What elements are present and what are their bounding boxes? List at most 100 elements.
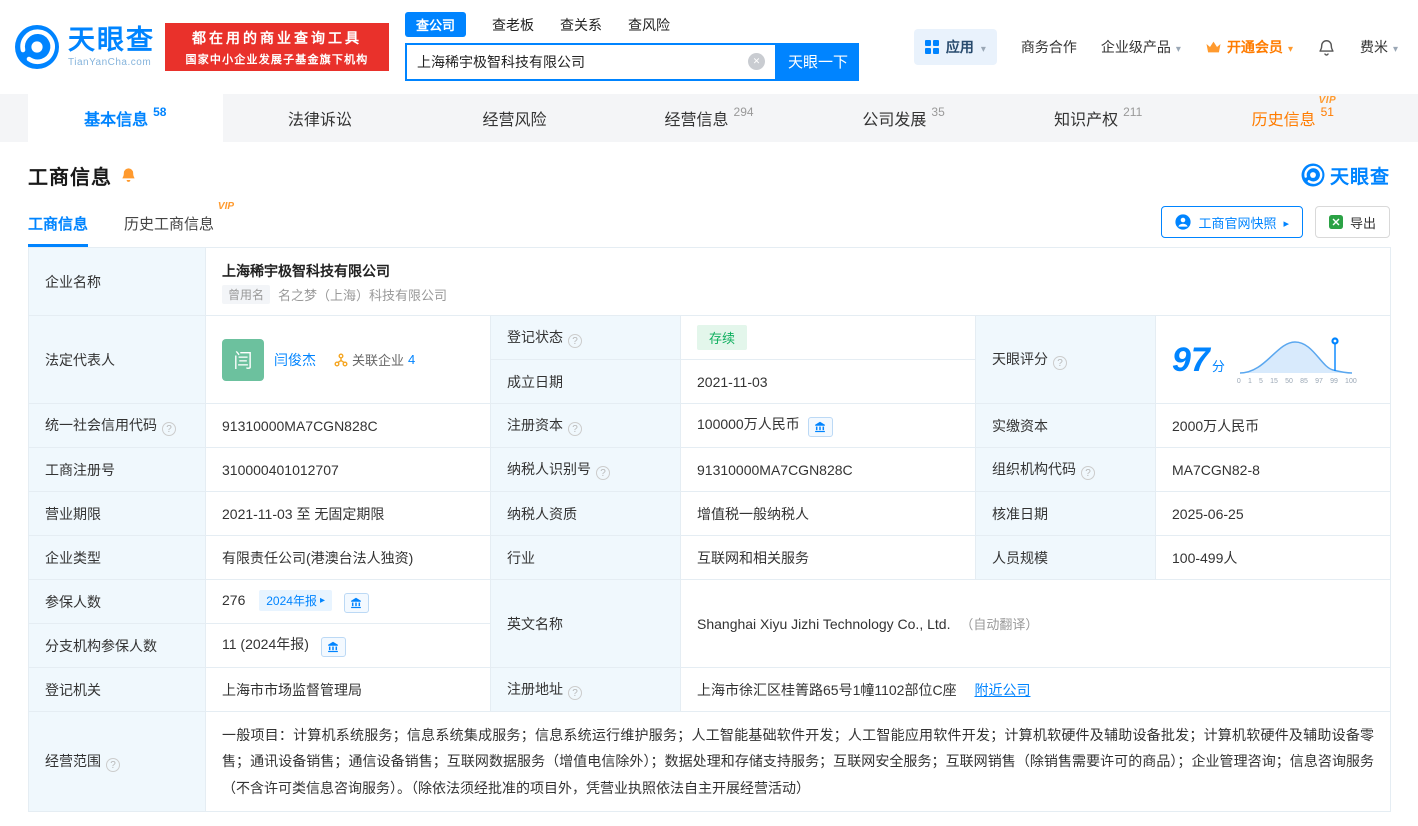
username: 费米 (1359, 39, 1388, 55)
chevron-down-icon (1288, 39, 1293, 55)
score-axis-ticks: 01 5 15 50 85 97 99 100 (1236, 377, 1357, 385)
table-row: 企业类型 有限责任公司(港澳台法人独资) 行业 互联网和相关服务 人员规模 10… (28, 535, 1392, 580)
tab-count: 58 (153, 105, 167, 119)
tab-legal-proceedings[interactable]: 法律诉讼 (223, 94, 418, 142)
table-row: 统一社会信用代码 91310000MA7CGN828C 注册资本 100000万… (28, 403, 1392, 448)
branch-insured-history-icon[interactable] (320, 637, 346, 657)
export-button[interactable]: 导出 (1314, 206, 1390, 238)
section-actions: 工商官网快照 导出 (1161, 206, 1390, 247)
table-row: 经营范围 一般项目：计算机系统服务；信息系统集成服务；信息系统运行维护服务；人工… (28, 711, 1392, 812)
value-reg-authority: 上海市市场监督管理局 (205, 667, 491, 712)
annual-report-badge[interactable]: 2024年报 (259, 590, 332, 611)
help-icon[interactable] (568, 686, 582, 701)
tab-operation-info[interactable]: 经营信息 294 (612, 94, 807, 142)
apps-menu[interactable]: 应用 (913, 29, 997, 65)
clear-search-icon[interactable] (748, 53, 765, 70)
legal-rep-link[interactable]: 闫俊杰 (274, 350, 316, 370)
section-header: 工商信息 天眼查 (28, 158, 1390, 192)
label-tyc-score: 天眼评分 (975, 315, 1156, 404)
brand-domain: TianYanCha.com (68, 56, 152, 68)
search-tab-boss[interactable]: 查老板 (492, 15, 534, 35)
help-icon[interactable] (1053, 356, 1067, 371)
value-staff-size: 100-499人 (1154, 535, 1392, 580)
search-tab-risk[interactable]: 查风险 (628, 15, 670, 35)
tab-label: 历史信息 (1251, 112, 1316, 129)
help-icon[interactable] (106, 758, 120, 773)
help-icon[interactable] (568, 422, 582, 437)
slogan-line1: 都在用的商业查询工具 (192, 29, 362, 46)
watermark-label: 天眼查 (1329, 166, 1390, 188)
related-graph-icon (334, 353, 348, 366)
former-name-badge: 曾用名 (222, 285, 271, 304)
tab-label: 公司发展 (862, 112, 927, 129)
subtab-label: 工商信息 (28, 216, 89, 233)
label-org-code: 组织机构代码 (975, 447, 1156, 492)
insured-history-icon[interactable] (343, 593, 369, 613)
capital-history-icon[interactable] (807, 417, 833, 437)
label-company-name: 企业名称 (28, 247, 206, 316)
search-input[interactable] (417, 53, 748, 70)
value-credit-code: 91310000MA7CGN828C (205, 403, 491, 448)
label-reg-number: 工商注册号 (28, 447, 206, 492)
person-icon (1175, 214, 1192, 230)
value-industry: 互联网和相关服务 (680, 535, 976, 580)
business-cooperation-link[interactable]: 商务合作 (1021, 37, 1077, 57)
label-reg-address: 注册地址 (490, 667, 681, 712)
help-icon[interactable] (162, 422, 176, 437)
label-paid-capital: 实缴资本 (975, 403, 1156, 448)
user-menu[interactable]: 费米 (1360, 37, 1398, 57)
tab-company-development[interactable]: 公司发展 35 (806, 94, 1001, 142)
related-count: 4 (408, 352, 416, 367)
value-reg-status: 存续 (680, 315, 976, 360)
label-company-type: 企业类型 (28, 535, 206, 580)
subtab-business-info[interactable]: 工商信息 (28, 207, 89, 247)
subtab-history-business-info[interactable]: 历史工商信息 VIP (124, 201, 234, 247)
value-approval-date: 2025-06-25 (1154, 491, 1392, 536)
enterprise-products-menu[interactable]: 企业级产品 (1101, 37, 1181, 57)
tab-label: 法律诉讼 (287, 112, 352, 129)
score-curve-chart[interactable]: 01 5 15 50 85 97 99 100 (1237, 335, 1357, 385)
header-nav: 应用 商务合作 企业级产品 开通会员 费米 (913, 29, 1404, 65)
main-content: 工商信息 天眼查 工商信息 历史工商信息 VIP 工商官网快照 ▸ 导出 企业名… (0, 158, 1418, 812)
tab-operation-risk[interactable]: 经营风险 (417, 94, 612, 142)
search-tab-relation[interactable]: 查关系 (560, 15, 602, 35)
tab-intellectual-property[interactable]: 知识产权 211 (1001, 94, 1196, 142)
help-icon[interactable] (568, 334, 582, 349)
help-icon[interactable] (1081, 466, 1095, 481)
nearby-companies-link[interactable]: 附近公司 (974, 682, 1030, 698)
slogan-line2: 国家中小企业发展子基金旗下机构 (185, 53, 369, 66)
value-branch-insured: 11 (2024年报) (205, 623, 491, 668)
vip-upgrade-menu[interactable]: 开通会员 (1205, 37, 1293, 57)
subtab-bar: 工商信息 历史工商信息 VIP 工商官网快照 导出 (28, 201, 1390, 247)
related-companies-link[interactable]: 关联企业 4 (334, 350, 415, 369)
tab-history-info[interactable]: 历史信息 VIP 51 (1195, 94, 1390, 142)
search-button[interactable]: 天眼一下 (777, 42, 859, 81)
search-tab-company[interactable]: 查公司 (405, 12, 467, 37)
tianyancha-logo[interactable]: 天眼查 TianYanCha.com (14, 24, 155, 70)
search-type-tabs: 查公司 查老板 查关系 查风险 (405, 12, 859, 37)
value-paid-capital: 2000万人民币 (1154, 403, 1392, 448)
tab-basic-info[interactable]: 基本信息 58 (28, 94, 223, 142)
excel-icon (1328, 215, 1343, 229)
official-snapshot-button[interactable]: 工商官网快照 (1161, 206, 1303, 238)
business-scope-text: 一般项目：计算机系统服务；信息系统集成服务；信息系统运行维护服务；人工智能基础软… (222, 726, 1375, 796)
business-info-table: 企业名称 上海稀宇极智科技有限公司 曾用名 名之梦（上海）科技有限公司 法定代表… (28, 247, 1392, 812)
subscribe-bell-icon[interactable] (120, 167, 137, 184)
table-row: 法定代表人 闫 闫俊杰 关联企业 4 登记状态? 存续 天眼评分? 97 分 0… (28, 315, 1392, 404)
table-row: 营业期限 2021-11-03 至 无固定期限 纳税人资质 增值税一般纳税人 核… (28, 491, 1392, 536)
legal-rep-avatar[interactable]: 闫 (222, 338, 264, 381)
notifications-bell-icon[interactable] (1317, 38, 1336, 57)
former-name: 名之梦（上海）科技有限公司 (278, 288, 448, 303)
label-reg-authority: 登记机关 (28, 667, 206, 712)
table-row: 工商注册号 310000401012707 纳税人识别号 91310000MA7… (28, 447, 1392, 492)
label-reg-status: 登记状态 (490, 315, 681, 360)
tab-label: 基本信息 (84, 112, 149, 129)
tab-count: 211 (1123, 105, 1143, 119)
label-english-name: 英文名称 (490, 579, 681, 668)
tab-count: 294 (733, 105, 754, 119)
label-insured-count: 参保人数 (28, 579, 206, 624)
help-icon[interactable] (596, 466, 610, 481)
value-reg-number: 310000401012707 (205, 447, 491, 492)
brand-name: 天眼查 (68, 24, 155, 55)
label-credit-code: 统一社会信用代码 (28, 403, 206, 448)
